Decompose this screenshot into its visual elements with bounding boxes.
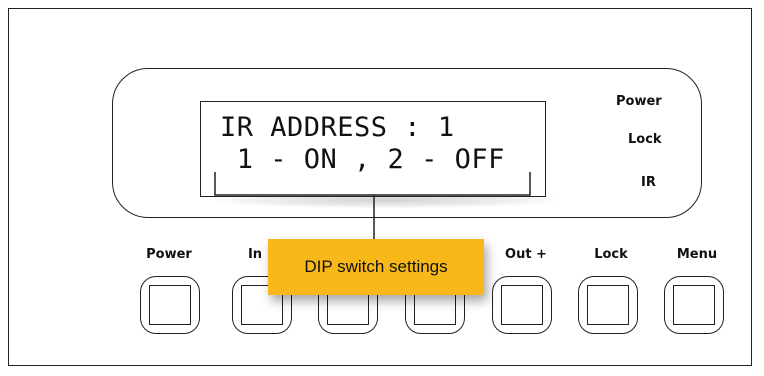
menu-button-face bbox=[673, 285, 715, 325]
indicator-ir-label: IR bbox=[641, 175, 656, 190]
dip-bracket-leader bbox=[214, 172, 531, 240]
lock-button-face bbox=[587, 285, 629, 325]
dip-switch-callout: DIP switch settings bbox=[268, 239, 484, 295]
button-menu-label: Menu bbox=[676, 247, 718, 262]
indicator-lock-label: Lock bbox=[628, 132, 662, 147]
button-power-label: Power bbox=[146, 247, 192, 262]
menu-button[interactable] bbox=[664, 276, 724, 334]
lock-button[interactable] bbox=[578, 276, 638, 334]
out-plus-button-face bbox=[501, 285, 543, 325]
button-out-plus-label: Out + bbox=[505, 247, 547, 262]
power-button-face bbox=[149, 285, 191, 325]
button-lock-label: Lock bbox=[594, 247, 628, 262]
indicator-power-label: Power bbox=[616, 94, 662, 109]
lcd-line-1: IR ADDRESS : 1 bbox=[220, 112, 455, 143]
out-plus-button[interactable] bbox=[492, 276, 552, 334]
power-button[interactable] bbox=[140, 276, 200, 334]
